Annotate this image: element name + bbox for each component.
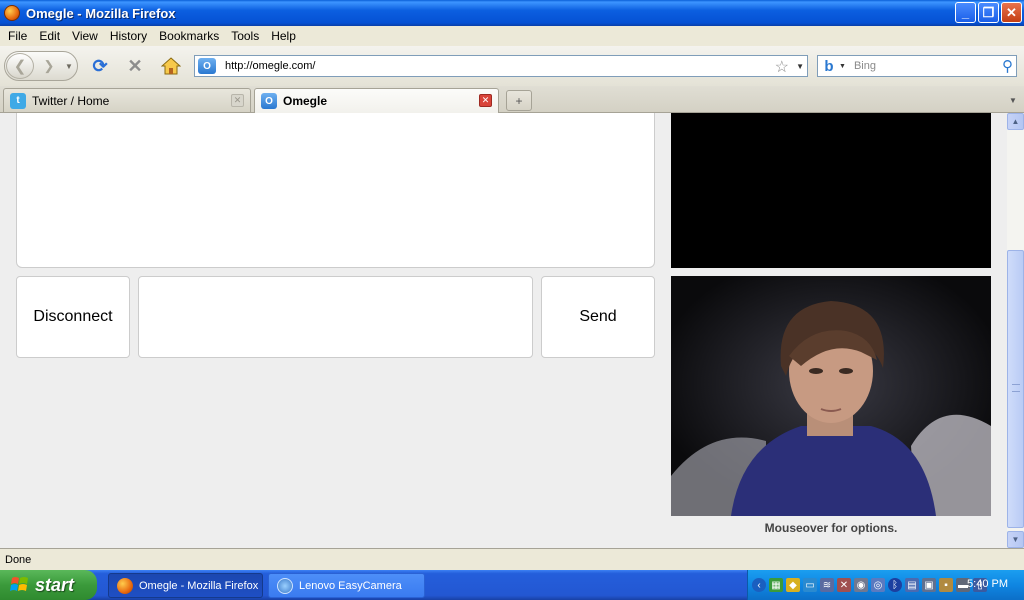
webcam-hint: Mouseover for options. — [764, 521, 898, 535]
close-tab-icon[interactable]: ✕ — [231, 94, 244, 107]
self-webcam-video[interactable] — [671, 276, 991, 516]
tab-strip: t Twitter / Home ✕ O Omegle ✕ + ▼ — [0, 86, 1024, 113]
status-bar: Done — [0, 548, 1024, 570]
menu-bookmarks[interactable]: Bookmarks — [153, 29, 225, 43]
storage-icon[interactable]: ▤ — [905, 578, 919, 592]
scroll-down-icon[interactable]: ▼ — [1007, 531, 1024, 548]
stop-icon[interactable]: ✕ — [124, 55, 146, 77]
antivirus-icon[interactable]: ◎ — [871, 578, 885, 592]
scroll-grip-icon — [1012, 384, 1020, 392]
windows-logo-icon — [10, 575, 30, 595]
display-icon[interactable]: ▭ — [803, 578, 817, 592]
omegle-icon: O — [261, 93, 277, 109]
bluetooth-icon[interactable]: ᛒ — [888, 578, 902, 592]
home-icon[interactable] — [160, 55, 182, 77]
tab-label: Twitter / Home — [32, 93, 110, 108]
menu-edit[interactable]: Edit — [33, 29, 66, 43]
window-controls: _ ❐ ✕ — [955, 2, 1022, 23]
url-bar[interactable]: O http://omegle.com/ ☆ ▼ — [194, 55, 808, 77]
send-button[interactable]: Send — [541, 276, 655, 358]
search-icon[interactable]: ⚲ — [1002, 57, 1013, 75]
menu-history[interactable]: History — [104, 29, 153, 43]
menu-view[interactable]: View — [66, 29, 104, 43]
menu-file[interactable]: File — [2, 29, 33, 43]
engine-dropdown-icon[interactable]: ▼ — [839, 63, 846, 70]
bing-engine-icon[interactable]: b — [821, 58, 837, 75]
menu-bar: File Edit View History Bookmarks Tools H… — [0, 26, 1024, 46]
url-text[interactable]: http://omegle.com/ — [225, 60, 316, 72]
task-label: Lenovo EasyCamera — [299, 579, 402, 592]
close-tab-icon[interactable]: ✕ — [479, 94, 492, 107]
tab-omegle[interactable]: O Omegle ✕ — [254, 88, 499, 113]
window-title: Omegle - Mozilla Firefox — [26, 5, 176, 21]
network-error-icon[interactable]: ✕ — [837, 578, 851, 592]
back-icon[interactable]: ❮ — [6, 53, 34, 79]
disconnect-button[interactable]: Disconnect — [16, 276, 130, 358]
stranger-video — [671, 113, 991, 268]
new-tab-button[interactable]: + — [506, 90, 532, 111]
history-dropdown-icon[interactable]: ▼ — [63, 58, 75, 74]
minimize-button[interactable]: _ — [955, 2, 976, 23]
chat-log[interactable] — [16, 113, 655, 268]
volume-icon[interactable]: ◉ — [854, 578, 868, 592]
maximize-button[interactable]: ❐ — [978, 2, 999, 23]
back-forward-group: ❮ ❯ ▼ — [4, 51, 78, 81]
hardware-icon[interactable]: ▣ — [922, 578, 936, 592]
camera-icon — [277, 577, 293, 594]
url-dropdown-icon[interactable]: ▼ — [796, 62, 804, 71]
task-label: Omegle - Mozilla Firefox — [139, 579, 259, 592]
firefox-icon — [117, 577, 133, 594]
wireless-icon[interactable]: ≋ — [820, 578, 834, 592]
status-text: Done — [5, 553, 32, 566]
twitter-icon: t — [10, 92, 26, 109]
scroll-thumb[interactable] — [1007, 250, 1024, 528]
webcam-person-image — [671, 276, 991, 516]
usb-icon[interactable]: ▪ — [939, 578, 953, 592]
window-titlebar[interactable]: Omegle - Mozilla Firefox _ ❐ ✕ — [0, 0, 1024, 26]
forward-icon[interactable]: ❯ — [38, 55, 60, 77]
site-identity-icon[interactable]: O — [198, 58, 216, 74]
firefox-icon — [4, 5, 20, 21]
scroll-up-icon[interactable]: ▲ — [1007, 113, 1024, 130]
taskbar-easycamera[interactable]: Lenovo EasyCamera — [268, 573, 425, 598]
tab-twitter[interactable]: t Twitter / Home ✕ — [3, 88, 251, 112]
taskbar: start Omegle - Mozilla Firefox Lenovo Ea… — [0, 570, 1024, 600]
page-content: Disconnect Send Mouseover for options. — [0, 113, 1007, 548]
clock[interactable]: 5:40 PM — [967, 578, 1008, 590]
start-button[interactable]: start — [0, 570, 97, 600]
start-label: start — [35, 574, 75, 595]
message-input[interactable] — [138, 276, 533, 358]
taskbar-firefox[interactable]: Omegle - Mozilla Firefox — [108, 573, 263, 598]
search-bar[interactable]: b ▼ Bing ⚲ — [817, 55, 1017, 77]
system-tray: ‹ ▦ ◆ ▭ ≋ ✕ ◉ ◎ ᛒ ▤ ▣ ▪ ▬ ▯ 5:40 PM — [747, 570, 1024, 600]
close-button[interactable]: ✕ — [1001, 2, 1022, 23]
security-shield-icon[interactable]: ◆ — [786, 578, 800, 592]
tray-expand-icon[interactable]: ‹ — [752, 578, 766, 592]
menu-help[interactable]: Help — [265, 29, 302, 43]
reload-icon[interactable]: ⟳ — [89, 55, 111, 77]
tab-label: Omegle — [283, 94, 328, 108]
search-input[interactable]: Bing — [854, 60, 984, 72]
tab-list-icon[interactable]: ▼ — [1004, 90, 1022, 111]
vertical-scrollbar[interactable]: ▲ ▼ — [1007, 113, 1024, 548]
bookmark-star-icon[interactable]: ☆ — [775, 57, 789, 77]
menu-tools[interactable]: Tools — [225, 29, 265, 43]
network-icon[interactable]: ▦ — [769, 578, 783, 592]
